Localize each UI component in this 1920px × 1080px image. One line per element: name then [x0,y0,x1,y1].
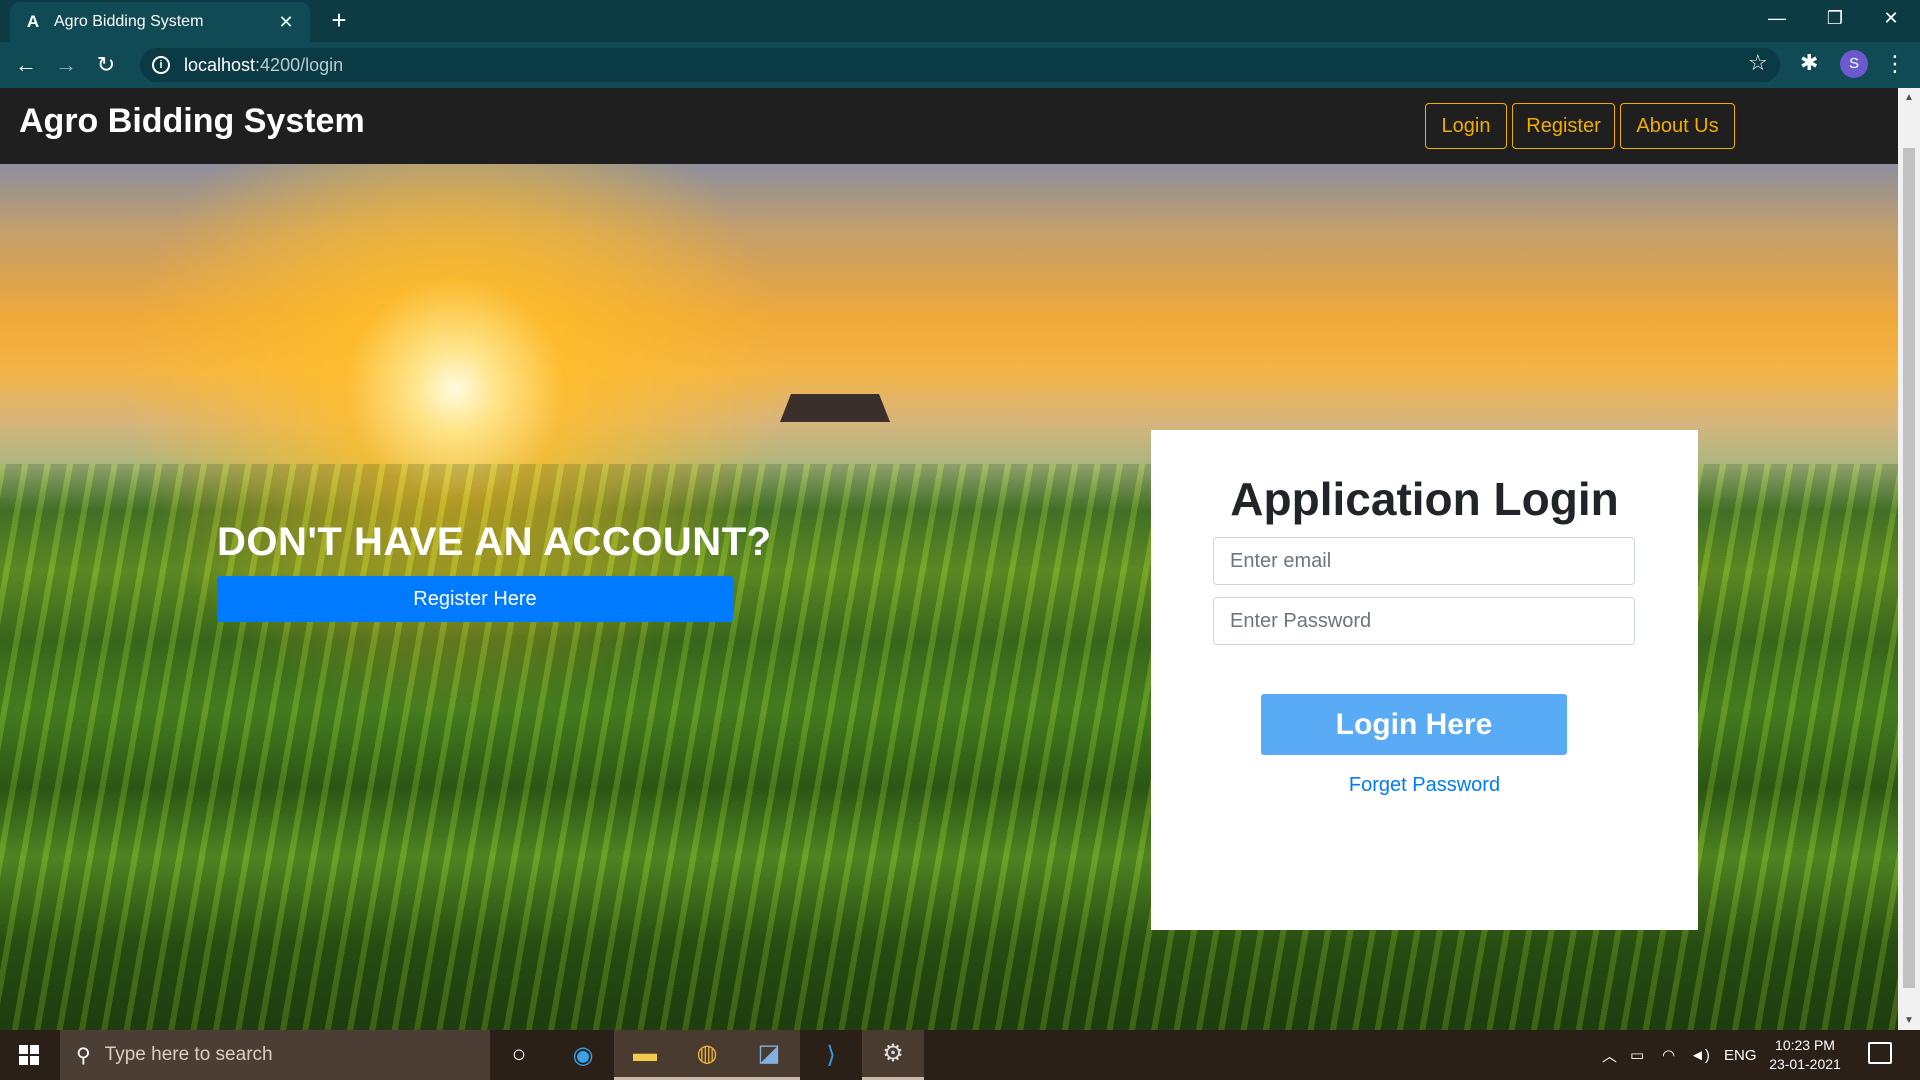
site-navbar: Agro Bidding System Login Register About… [0,88,1898,164]
wifi-icon[interactable]: ◠ [1662,1030,1675,1080]
star-icon[interactable]: ☆ [1748,50,1768,76]
barn-image [780,394,890,422]
notification-icon[interactable] [1868,1042,1892,1064]
volume-icon[interactable]: ◄) [1690,1030,1710,1080]
back-icon[interactable]: ← [10,50,42,80]
url-input[interactable]: i localhost :4200/login [140,48,1780,82]
forward-icon[interactable]: → [50,50,82,80]
clock-time: 10:23 PM [1775,1037,1835,1053]
settings-icon[interactable]: ⚙ [862,1030,924,1080]
menu-icon[interactable]: ⋮ [1884,50,1906,78]
password-field[interactable] [1213,597,1635,645]
scroll-down-icon[interactable]: ▼ [1904,1015,1914,1026]
login-card: Application Login Login Here Forget Pass… [1151,430,1698,930]
info-icon[interactable]: i [152,56,170,74]
edge-icon[interactable]: ◉ [552,1030,614,1080]
vscode-icon[interactable]: ⟩ [800,1030,862,1080]
brand-title[interactable]: Agro Bidding System [19,102,365,141]
window-close-icon[interactable]: ✕ [1862,0,1920,36]
url-host: localhost [184,54,256,75]
start-button[interactable] [0,1030,58,1080]
nav-about-button[interactable]: About Us [1620,103,1735,149]
page-scrollbar[interactable]: ▲ ▼ [1898,88,1920,1030]
scroll-up-icon[interactable]: ▲ [1904,92,1914,103]
tab-title: Agro Bidding System [54,13,204,30]
windows-taskbar: ⚲ Type here to search ○ ◉ ▬ ◍ ◪ ⟩ ⚙ ︿ ▭ … [0,1030,1920,1080]
ide-icon[interactable]: ◪ [738,1030,800,1080]
register-prompt-heading: DON'T HAVE AN ACCOUNT? [217,520,772,564]
extensions-icon[interactable]: ✱ [1800,50,1818,76]
clock-date: 23-01-2021 [1769,1056,1841,1072]
file-explorer-icon[interactable]: ▬ [614,1030,676,1080]
login-submit-button[interactable]: Login Here [1261,694,1567,755]
scrollbar-thumb[interactable] [1903,148,1915,988]
taskbar-search-input[interactable]: ⚲ Type here to search [60,1030,490,1080]
language-indicator[interactable]: ENG [1724,1030,1757,1080]
hero-background: DON'T HAVE AN ACCOUNT? Register Here App… [0,164,1898,1030]
browser-tab[interactable]: A Agro Bidding System ✕ [10,2,310,42]
angular-favicon-icon: A [26,12,40,31]
page-viewport: Agro Bidding System Login Register About… [0,88,1898,1030]
tab-close-icon[interactable]: ✕ [276,12,296,33]
chrome-icon[interactable]: ◍ [676,1030,738,1080]
browser-tab-strip: A Agro Bidding System ✕ + — ❐ ✕ [0,0,1920,42]
login-title: Application Login [1230,473,1619,525]
reload-icon[interactable]: ↻ [90,50,122,80]
new-tab-button[interactable]: + [324,6,354,36]
url-path: :4200/login [255,54,344,75]
battery-icon[interactable]: ▭ [1630,1030,1644,1080]
forgot-password-link[interactable]: Forget Password [1151,774,1698,797]
address-bar-row: ← → ↻ i localhost :4200/login ☆ ✱ S ⋮ [0,42,1920,88]
nav-register-button[interactable]: Register [1512,103,1615,149]
cortana-icon[interactable]: ○ [488,1030,550,1080]
profile-avatar[interactable]: S [1840,50,1868,78]
email-field[interactable] [1213,537,1635,585]
taskbar-clock[interactable]: 10:23 PM 23-01-2021 [1760,1036,1850,1074]
windows-icon [19,1045,39,1065]
search-icon: ⚲ [76,1044,91,1067]
tray-chevron-icon[interactable]: ︿ [1602,1030,1617,1080]
register-here-button[interactable]: Register Here [217,576,733,622]
nav-login-button[interactable]: Login [1425,103,1507,149]
restore-icon[interactable]: ❐ [1806,0,1864,36]
taskbar-search-placeholder: Type here to search [104,1044,273,1065]
minimize-icon[interactable]: — [1748,0,1806,36]
